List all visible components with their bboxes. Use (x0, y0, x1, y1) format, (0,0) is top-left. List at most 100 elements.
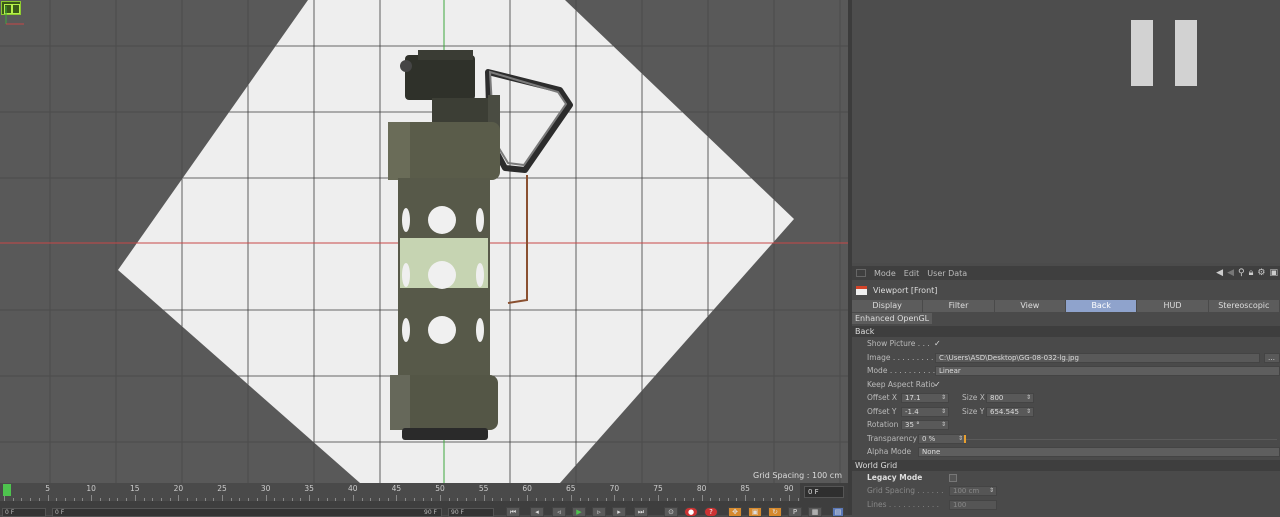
legacy-mode-checkbox[interactable] (949, 473, 957, 482)
grid-spacing-value: 100 cm (953, 487, 980, 495)
pause-icon[interactable] (1131, 20, 1153, 86)
row-transparency: Transparency 0 % ⇕ (852, 432, 1280, 446)
stepper-icon[interactable]: ⇕ (1026, 408, 1031, 416)
timeline-tick (431, 498, 433, 501)
next-key-icon[interactable]: ▸ (612, 507, 626, 517)
tab-display[interactable]: Display (852, 300, 924, 312)
timeline-ruler[interactable]: 051015202530354045505560657075808590 (0, 483, 800, 501)
timeline-tick (614, 495, 616, 501)
timeline-tick (745, 495, 747, 501)
timeline-tick (204, 498, 206, 501)
timeline-tick-label: 25 (217, 484, 227, 493)
stepper-icon[interactable]: ⇕ (989, 487, 994, 495)
alpha-mode-dropdown[interactable]: None (918, 447, 1280, 457)
image-path-field[interactable]: C:\Users\ASD\Desktop\GG-08-032-lg.jpg (935, 352, 1260, 363)
timeline-tick-label: 10 (86, 484, 96, 493)
timeline-tick-label: 35 (304, 484, 314, 493)
row-alpha-mode: Alpha Mode None (852, 445, 1280, 459)
gear-icon[interactable]: ⚙ (1257, 268, 1265, 278)
timeline-tick (562, 498, 564, 501)
tab-view[interactable]: View (994, 300, 1066, 312)
timeline-tick (169, 498, 171, 501)
front-viewport[interactable]: Grid Spacing : 100 cm (0, 0, 848, 483)
start-frame-field[interactable]: 0 F (2, 508, 46, 517)
keep-aspect-checkbox[interactable]: ✓ (934, 380, 942, 389)
transparency-slider-handle[interactable] (964, 434, 966, 443)
tab-stereoscopic[interactable]: Stereoscopic (1208, 300, 1280, 312)
offset-x-field[interactable]: 17.1 ⇕ (901, 393, 949, 403)
timeline-tick (300, 498, 302, 501)
preview-range-slider[interactable]: 0 F 90 F (52, 508, 442, 517)
forward-arrow-icon[interactable]: ◀ (1227, 268, 1234, 278)
tab-filter[interactable]: Filter (923, 300, 995, 312)
key-position-icon[interactable]: ✥ (728, 507, 742, 517)
show-picture-checkbox[interactable]: ✓ (934, 340, 942, 348)
timeline-tick (283, 498, 285, 501)
rotation-field[interactable]: 35 ° ⇕ (901, 420, 949, 430)
menu-user-data[interactable]: User Data (927, 269, 967, 278)
timeline-tick (736, 498, 738, 501)
stepper-icon[interactable]: ⇕ (941, 421, 946, 429)
section-back[interactable]: Back (852, 326, 1280, 337)
stepper-icon[interactable]: ⇕ (941, 408, 946, 416)
current-frame-field[interactable]: 0 F (804, 486, 844, 498)
stepper-icon[interactable]: ⇕ (941, 394, 946, 402)
grid-spacing-field[interactable]: 100 cm ⇕ (949, 486, 997, 496)
menu-mode[interactable]: Mode (874, 269, 896, 278)
autokey-icon[interactable]: ? (704, 507, 718, 517)
transparency-slider[interactable] (962, 438, 1277, 440)
goto-start-icon[interactable]: ⏮ (506, 507, 520, 517)
mode-dropdown[interactable]: Linear (935, 366, 1280, 376)
prev-frame-icon[interactable]: ◃ (552, 507, 566, 517)
section-world-grid[interactable]: World Grid (852, 459, 1280, 471)
offset-x-value: 17.1 (905, 394, 921, 402)
back-arrow-icon[interactable]: ◀ (1216, 268, 1223, 278)
prev-key-icon[interactable]: ◂ (530, 507, 544, 517)
timeline-tick (727, 498, 729, 501)
goto-end-icon[interactable]: ⏭ (634, 507, 648, 517)
max-frame-field[interactable]: 90 F (448, 508, 494, 517)
key-scale-icon[interactable]: ▣ (748, 507, 762, 517)
size-y-field[interactable]: 654.545 ⇕ (986, 406, 1034, 417)
size-x-field[interactable]: 800 ⇕ (986, 393, 1034, 403)
timeline-tick (466, 498, 468, 501)
menu-edit[interactable]: Edit (904, 269, 920, 278)
image-browse-button[interactable]: … (1264, 352, 1280, 363)
lines-field[interactable]: 100 (949, 499, 997, 510)
timeline-tick (274, 498, 276, 501)
pause-icon-bar[interactable] (1175, 20, 1197, 86)
size-x-label: Size X (962, 393, 985, 402)
transparency-field[interactable]: 0 % ⇕ (918, 433, 966, 444)
lock-icon[interactable]: 🔒︎ (1249, 268, 1254, 278)
stepper-icon[interactable]: ⇕ (1026, 394, 1031, 402)
timeline-tick (535, 498, 537, 501)
search-icon[interactable]: ⚲ (1238, 268, 1245, 278)
timeline-tick (47, 495, 49, 501)
timeline-tick (719, 498, 721, 501)
timeline-tick (213, 498, 215, 501)
attribute-tabs: Display Filter View Back HUD Stereoscopi… (852, 300, 1280, 312)
timeline-tick (492, 498, 494, 501)
new-window-icon[interactable]: ▣ (1269, 268, 1278, 278)
rotation-label: Rotation (867, 420, 899, 429)
key-rotation-icon[interactable]: ↻ (768, 507, 782, 517)
next-frame-icon[interactable]: ▹ (592, 507, 606, 517)
timeline-tick-label: 75 (653, 484, 663, 493)
record-keys-icon[interactable]: ● (684, 507, 698, 517)
timeline-tick (701, 495, 703, 501)
timeline-tick (623, 498, 625, 501)
tab-enhanced-opengl[interactable]: Enhanced OpenGL (852, 313, 933, 324)
grip-icon[interactable] (856, 269, 866, 277)
play-icon[interactable]: ▶ (572, 507, 586, 517)
tab-hud[interactable]: HUD (1137, 300, 1209, 312)
timeline-tick (239, 498, 241, 501)
timeline-playhead[interactable] (3, 484, 11, 496)
scheme-icon[interactable]: ▤ (832, 507, 844, 517)
motion-record-icon[interactable]: ⊙ (664, 507, 678, 517)
offset-y-value: -1.4 (905, 407, 919, 416)
timeline-tick (440, 495, 441, 501)
key-pla-icon[interactable]: ▦ (808, 507, 822, 517)
key-parameter-icon[interactable]: P (788, 507, 802, 517)
tab-back[interactable]: Back (1065, 300, 1138, 312)
offset-y-field[interactable]: -1.4 ⇕ (901, 406, 949, 417)
